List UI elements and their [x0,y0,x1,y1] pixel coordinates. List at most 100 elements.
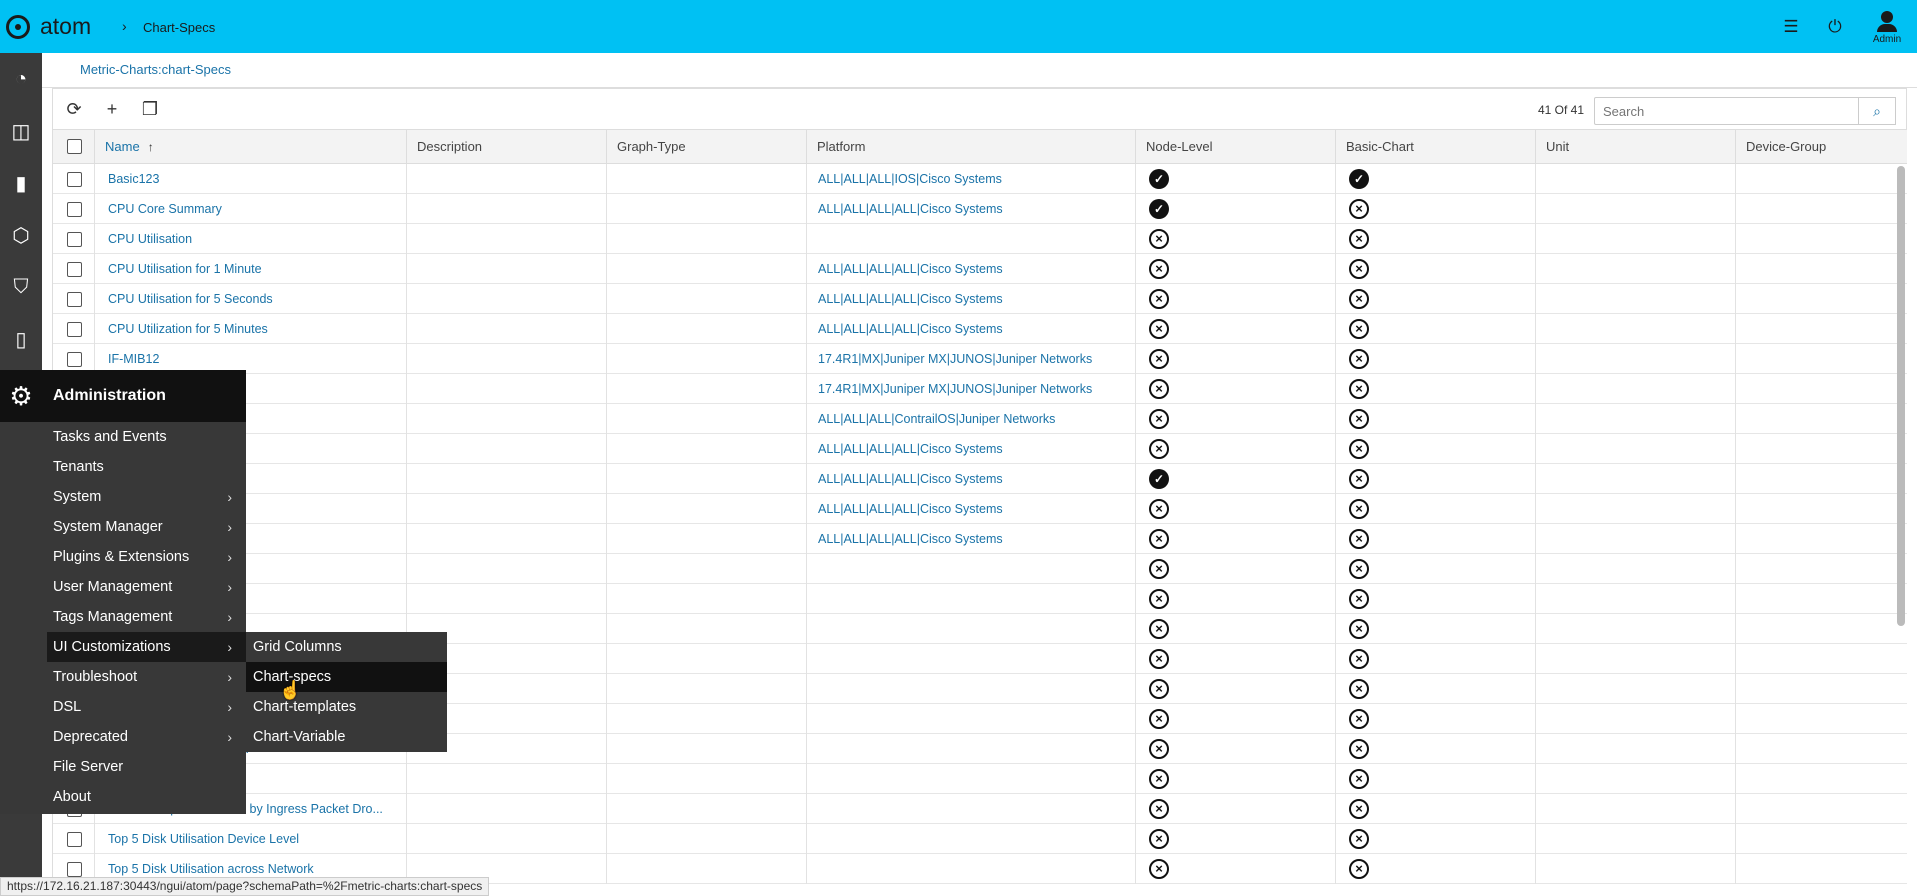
row-name-link[interactable]: CPU Utilisation for 5 Seconds [108,284,400,314]
row-platform[interactable] [818,554,1128,584]
column-header-description[interactable]: Description [407,130,607,164]
table-row[interactable]: IF-MIB12 17.4R1|MX|Juniper MX|JUNOS|Junip… [53,344,1907,374]
row-platform[interactable] [818,584,1128,614]
menu-item-tasks-and-events[interactable]: Tasks and Events [0,422,246,452]
table-row[interactable]: sationALL|ALL|ALL|ALL|Cisco Systems×× [53,524,1907,554]
table-row[interactable]: CPU Utilization for 5 Minutes ALL|ALL|ALL… [53,314,1907,344]
sort-ascending-icon[interactable]: ↑ [148,140,154,154]
row-platform[interactable]: ALL|ALL|ALL|ALL|Cisco Systems [818,464,1128,494]
submenu-item-chart-specs[interactable]: Chart-specs [246,662,447,692]
dashboard-icon[interactable]: ◔ [0,53,42,105]
column-header-device-group[interactable]: Device-Group [1736,130,1907,164]
menu-item-user-management[interactable]: User Management › [0,572,246,602]
row-name-link[interactable]: CPU Utilisation [108,224,400,254]
submenu-item-grid-columns[interactable]: Grid Columns [246,632,447,662]
row-checkbox[interactable] [67,832,82,847]
submenu-item-chart-templates[interactable]: Chart-templates [246,692,447,722]
row-platform[interactable] [818,854,1128,884]
row-checkbox[interactable] [67,262,82,277]
row-checkbox[interactable] [67,352,82,367]
table-row[interactable]: Top 5 Disk Utilisation Device Level × × [53,824,1907,854]
row-checkbox[interactable] [67,862,82,877]
search-input[interactable] [1594,97,1860,125]
row-platform[interactable] [818,734,1128,764]
menu-item-system[interactable]: System › [0,482,246,512]
table-row[interactable]: ce LevelALL|ALL|ALL|ALL|Cisco Systems×× [53,494,1907,524]
column-header-graph-type[interactable]: Graph-Type [607,130,807,164]
select-all-checkbox[interactable] [67,139,82,154]
row-platform[interactable]: ALL|ALL|ALL|ALL|Cisco Systems [818,314,1128,344]
administration-menu-header[interactable]: ⚙ Administration [0,370,246,422]
row-platform[interactable]: 17.4R1|MX|Juniper MX|JUNOS|Juniper Netwo… [818,344,1128,374]
column-header-node-level[interactable]: Node-Level [1136,130,1336,164]
table-row[interactable]: CPU Utilisation × × [53,224,1907,254]
table-row[interactable]: s by Ingress Error Rate×× [53,764,1907,794]
row-name-link[interactable]: CPU Utilization for 5 Minutes [108,314,400,344]
row-platform[interactable] [818,674,1128,704]
row-platform[interactable] [818,824,1128,854]
table-row[interactable]: ALL|ALL|ALL|ALL|Cisco Systems ✓ × [53,464,1907,494]
submenu-item-chart-variable[interactable]: Chart-Variable [246,722,447,752]
chart-icon[interactable]: ▮ [0,157,42,209]
menu-item-tags-management[interactable]: Tags Management › [0,602,246,632]
row-platform[interactable] [818,614,1128,644]
map-icon[interactable]: ◫ [0,105,42,157]
column-header-name[interactable]: Name ↑ [95,130,407,164]
app-logo[interactable]: atom [6,13,91,40]
row-name-link[interactable]: Basic123 [108,164,400,194]
column-header-platform[interactable]: Platform [807,130,1136,164]
row-checkbox[interactable] [67,202,82,217]
row-checkbox[interactable] [67,232,82,247]
table-row[interactable]: 17.4R1|MX|Juniper MX|JUNOS|Juniper Netwo… [53,374,1907,404]
menu-item-about[interactable]: About [0,782,246,812]
menu-item-tenants[interactable]: Tenants [0,452,246,482]
network-icon[interactable]: ⬡ [0,209,42,261]
shield-icon[interactable]: ⛉ [0,261,42,313]
menu-item-file-server[interactable]: File Server [0,752,246,782]
column-header-unit[interactable]: Unit [1536,130,1736,164]
document-icon[interactable]: ▯ [0,313,42,365]
list-icon[interactable]: ☰ [1769,17,1813,37]
search-icon[interactable]: ⌕ [1858,97,1896,125]
table-row[interactable]: Network Top 5 Interfaces by Ingress Pack… [53,794,1907,824]
menu-item-dsl[interactable]: DSL › [0,692,246,722]
row-platform[interactable] [818,794,1128,824]
table-row[interactable]: CPU Utilisation for 1 Minute ALL|ALL|ALL|… [53,254,1907,284]
menu-item-deprecated[interactable]: Deprecated › [0,722,246,752]
row-name-link[interactable]: Top 5 Disk Utilisation Device Level [108,824,400,854]
row-checkbox[interactable] [67,322,82,337]
row-platform[interactable] [818,704,1128,734]
menu-item-system-manager[interactable]: System Manager › [0,512,246,542]
table-row[interactable]: Basic123 ALL|ALL|ALL|IOS|Cisco Systems ✓ ✓ [53,164,1907,194]
row-platform[interactable]: ALL|ALL|ALL|ALL|Cisco Systems [818,284,1128,314]
row-platform[interactable]: ALL|ALL|ALL|ALL|Cisco Systems [818,434,1128,464]
row-platform[interactable]: ALL|ALL|ALL|ALL|Cisco Systems [818,194,1128,224]
table-row[interactable]: nterface Utilisation×× [53,554,1907,584]
row-platform[interactable] [818,644,1128,674]
row-platform[interactable]: ALL|ALL|ALL|ContrailOS|Juniper Networks [818,404,1128,434]
row-checkbox[interactable] [67,172,82,187]
table-row[interactable]: ALL|ALL|ALL|ContrailOS|Juniper Networks ×… [53,404,1907,434]
menu-item-ui-customizations[interactable]: UI Customizations › [47,632,246,662]
add-icon[interactable]: + [101,99,123,121]
row-platform[interactable]: ALL|ALL|ALL|ALL|Cisco Systems [818,494,1128,524]
breadcrumb-link[interactable]: Metric-Charts:chart-Specs [80,62,231,77]
refresh-icon[interactable]: ⟳ [63,99,85,121]
table-row[interactable]: ALL|ALL|ALL|ALL|Cisco Systems × × [53,434,1907,464]
row-platform[interactable] [818,764,1128,794]
row-platform[interactable]: 17.4R1|MX|Juniper MX|JUNOS|Juniper Netwo… [818,374,1128,404]
copy-icon[interactable]: ❐ [139,99,161,121]
row-name-link[interactable]: CPU Utilisation for 1 Minute [108,254,400,284]
column-header-basic-chart[interactable]: Basic-Chart [1336,130,1536,164]
user-menu[interactable]: Admin [1857,9,1917,45]
row-platform[interactable]: ALL|ALL|ALL|IOS|Cisco Systems [818,164,1128,194]
table-row[interactable]: nterface Utilisation×× [53,584,1907,614]
row-platform[interactable]: ALL|ALL|ALL|ALL|Cisco Systems [818,524,1128,554]
row-checkbox[interactable] [67,292,82,307]
menu-item-troubleshoot[interactable]: Troubleshoot › [0,662,246,692]
menu-item-plugins-extensions[interactable]: Plugins & Extensions › [0,542,246,572]
table-row[interactable]: CPU Utilisation for 5 Seconds ALL|ALL|ALL… [53,284,1907,314]
row-name-link[interactable]: CPU Core Summary [108,194,400,224]
power-icon[interactable]: ⏻ [1813,17,1857,37]
row-platform[interactable] [818,224,1128,254]
